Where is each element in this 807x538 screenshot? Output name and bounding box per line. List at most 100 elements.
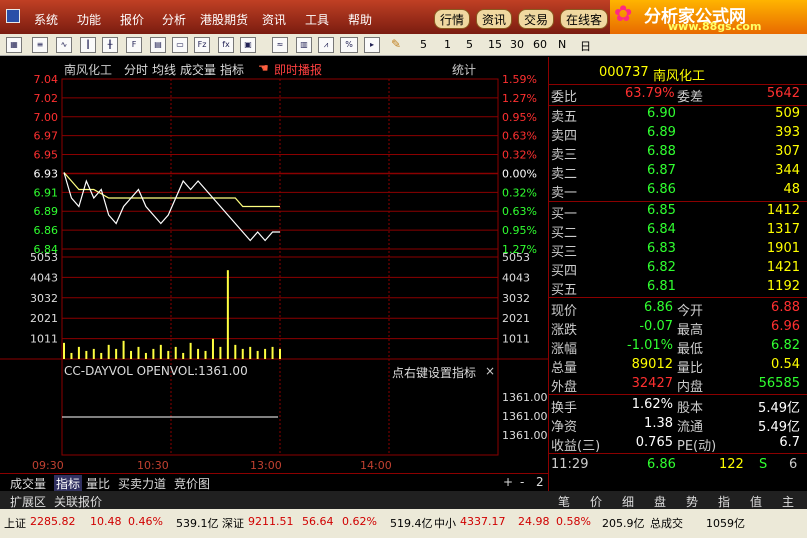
brand-url: www.88gs.com bbox=[668, 20, 762, 33]
tick-side: S bbox=[759, 457, 768, 472]
bid-volume: 1421 bbox=[766, 260, 800, 275]
line-chart-icon[interactable]: ∿ bbox=[56, 37, 72, 53]
right-tab[interactable]: 主 bbox=[782, 493, 794, 510]
volume-bar bbox=[63, 342, 65, 359]
trend-icon[interactable]: ⩘ bbox=[318, 37, 334, 53]
percent-tick-label: 0.95% bbox=[502, 111, 537, 124]
volume-tick-label: 5053 bbox=[30, 251, 58, 264]
volume-bar bbox=[234, 344, 237, 359]
percent-tick-label: 1.59% bbox=[502, 73, 537, 86]
right-tab[interactable]: 势 bbox=[686, 493, 698, 510]
price-tick-label: 6.97 bbox=[34, 130, 59, 143]
menu-help[interactable]: 帮助 bbox=[348, 11, 372, 28]
candle-icon[interactable]: ┃ bbox=[80, 37, 96, 53]
menu-tools[interactable]: 工具 bbox=[305, 11, 329, 28]
kline-icon[interactable]: ╫ bbox=[102, 37, 118, 53]
menu-info[interactable]: 资讯 bbox=[262, 11, 286, 28]
f10-icon[interactable]: F bbox=[126, 37, 142, 53]
flower-icon: ✿ bbox=[614, 2, 633, 27]
period-15[interactable]: 15 bbox=[488, 38, 502, 51]
pencil-icon[interactable]: ✎ bbox=[388, 37, 404, 53]
price-tick-label: 7.02 bbox=[34, 92, 59, 105]
volume-bar bbox=[115, 348, 118, 359]
right-tab[interactable]: 指 bbox=[718, 493, 730, 510]
close-icon[interactable]: × bbox=[485, 364, 495, 378]
doc-icon[interactable]: ▭ bbox=[172, 37, 188, 53]
price-chart: 7.04 1.59% 7.02 1.27% 7.00 0.95% 6.97 0.63% 6.95… bbox=[0, 73, 548, 472]
indicator-hint[interactable]: 点右键设置指标 bbox=[392, 364, 476, 381]
percent-icon[interactable]: % bbox=[340, 37, 358, 53]
sz-amount: 519.4亿 bbox=[390, 517, 433, 530]
period-day[interactable]: 日 bbox=[580, 38, 591, 54]
period-n[interactable]: N bbox=[558, 38, 566, 51]
bid-price: 6.81 bbox=[647, 279, 676, 294]
grid-icon[interactable]: ▦ bbox=[6, 37, 22, 53]
period-5[interactable]: 5 bbox=[466, 38, 473, 51]
percent-tick-label: 0.32% bbox=[502, 186, 537, 199]
wave-icon[interactable]: ≈ bbox=[272, 37, 288, 53]
right-tab[interactable]: 笔 bbox=[558, 493, 570, 510]
tab-market[interactable]: 行情 bbox=[434, 9, 471, 29]
play-icon[interactable]: ▸ bbox=[364, 37, 380, 53]
sh-change: 10.48 bbox=[90, 515, 122, 528]
stat-label: 涨幅 bbox=[551, 342, 578, 357]
bar-icon[interactable]: ▥ bbox=[296, 37, 312, 53]
volume-tick-label: 2021 bbox=[502, 312, 530, 325]
ask-price: 6.88 bbox=[647, 144, 676, 159]
time-tick-label: 13:00 bbox=[250, 459, 282, 472]
calc-icon[interactable]: ▣ bbox=[240, 37, 256, 53]
tab-online[interactable]: 在线客 bbox=[560, 9, 609, 29]
period-f5[interactable]: 5 bbox=[420, 38, 427, 51]
formula-icon[interactable]: fx bbox=[218, 37, 234, 53]
fiz-icon[interactable]: Fz bbox=[194, 37, 210, 53]
right-tab[interactable]: 值 bbox=[750, 493, 762, 510]
ask-row: 卖二 6.87 344 bbox=[549, 163, 807, 182]
tab-news[interactable]: 资讯 bbox=[476, 9, 513, 29]
menu-analysis[interactable]: 分析 bbox=[162, 11, 186, 28]
right-tab[interactable]: 价 bbox=[590, 493, 602, 510]
list-icon[interactable]: ≡ bbox=[32, 37, 48, 53]
price-tick-label: 6.91 bbox=[34, 186, 59, 199]
period-30[interactable]: 30 bbox=[510, 38, 524, 51]
stat-value: 6.82 bbox=[771, 338, 800, 353]
bid-price: 6.84 bbox=[647, 222, 676, 237]
fund-value: 0.765 bbox=[635, 435, 673, 450]
stock-code: 000737 bbox=[599, 65, 649, 80]
btab-force[interactable]: 买卖力道 bbox=[118, 475, 166, 492]
ext-tab-area[interactable]: 扩展区 bbox=[10, 493, 46, 510]
percent-tick-label: 0.63% bbox=[502, 205, 537, 218]
stat-row: 外盘 32427 内盘 56585 bbox=[549, 376, 807, 395]
volume-tick-label: 1011 bbox=[502, 333, 530, 346]
menu-hk-futures[interactable]: 港股期货 bbox=[200, 11, 248, 28]
fund-row: 收益(三) 0.765 PE(动) 6.7 bbox=[549, 435, 807, 454]
btab-volume[interactable]: 成交量 bbox=[10, 475, 46, 492]
volume-bar bbox=[137, 346, 140, 359]
menu-quote[interactable]: 报价 bbox=[120, 11, 144, 28]
ext-tab-related[interactable]: 关联报价 bbox=[54, 493, 102, 510]
bottom-tabs: 成交量 指标 量比 买卖力道 竞价图 + - 2 bbox=[0, 473, 548, 492]
btab-auction[interactable]: 竞价图 bbox=[174, 475, 210, 492]
volume-bar bbox=[92, 348, 95, 359]
volume-bar bbox=[249, 346, 252, 359]
menu-function[interactable]: 功能 bbox=[77, 11, 101, 28]
sh-index: 2285.82 bbox=[30, 515, 76, 528]
btab-indicator[interactable]: 指标 bbox=[54, 475, 83, 492]
layout-button[interactable]: 2 bbox=[536, 475, 544, 489]
fund-label: 收益(三) bbox=[551, 439, 601, 454]
sheet-icon[interactable]: ▤ bbox=[150, 37, 166, 53]
btab-volratio[interactable]: 量比 bbox=[86, 475, 110, 492]
volume-bar bbox=[167, 350, 170, 359]
ask-price: 6.89 bbox=[647, 125, 676, 140]
percent-tick-label: 0.32% bbox=[502, 149, 537, 162]
menu-system[interactable]: 系统 bbox=[34, 11, 58, 28]
tab-trade[interactable]: 交易 bbox=[518, 9, 555, 29]
period-60[interactable]: 60 bbox=[533, 38, 547, 51]
period-1[interactable]: 1 bbox=[444, 38, 451, 51]
zoom-out-button[interactable]: - bbox=[520, 475, 524, 489]
right-tab[interactable]: 细 bbox=[622, 493, 634, 510]
stat-value: -0.07 bbox=[639, 319, 673, 334]
zoom-in-button[interactable]: + bbox=[503, 475, 513, 489]
ask-row: 卖一 6.86 48 bbox=[549, 182, 807, 201]
volume-bar bbox=[77, 346, 80, 359]
right-tab[interactable]: 盘 bbox=[654, 493, 666, 510]
